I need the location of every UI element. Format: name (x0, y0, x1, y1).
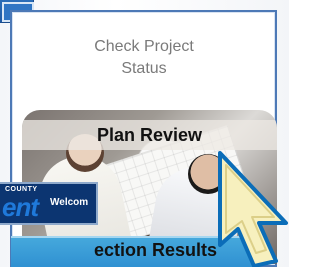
welcome-text: Welcom (50, 197, 89, 208)
inspection-results-label[interactable]: ection Results (94, 240, 217, 261)
county-logo-panel: COUNTY ent Welcom (0, 182, 98, 225)
inspection-results-tile[interactable]: ection Results (11, 236, 254, 267)
county-brand: ent (2, 192, 39, 222)
card-title[interactable]: Check Project Status (64, 36, 224, 80)
person-right-head-image-part (188, 154, 228, 194)
check-project-status-card[interactable]: Check Project Status Plan Review (10, 10, 277, 267)
plan-review-label[interactable]: Plan Review (22, 120, 277, 150)
